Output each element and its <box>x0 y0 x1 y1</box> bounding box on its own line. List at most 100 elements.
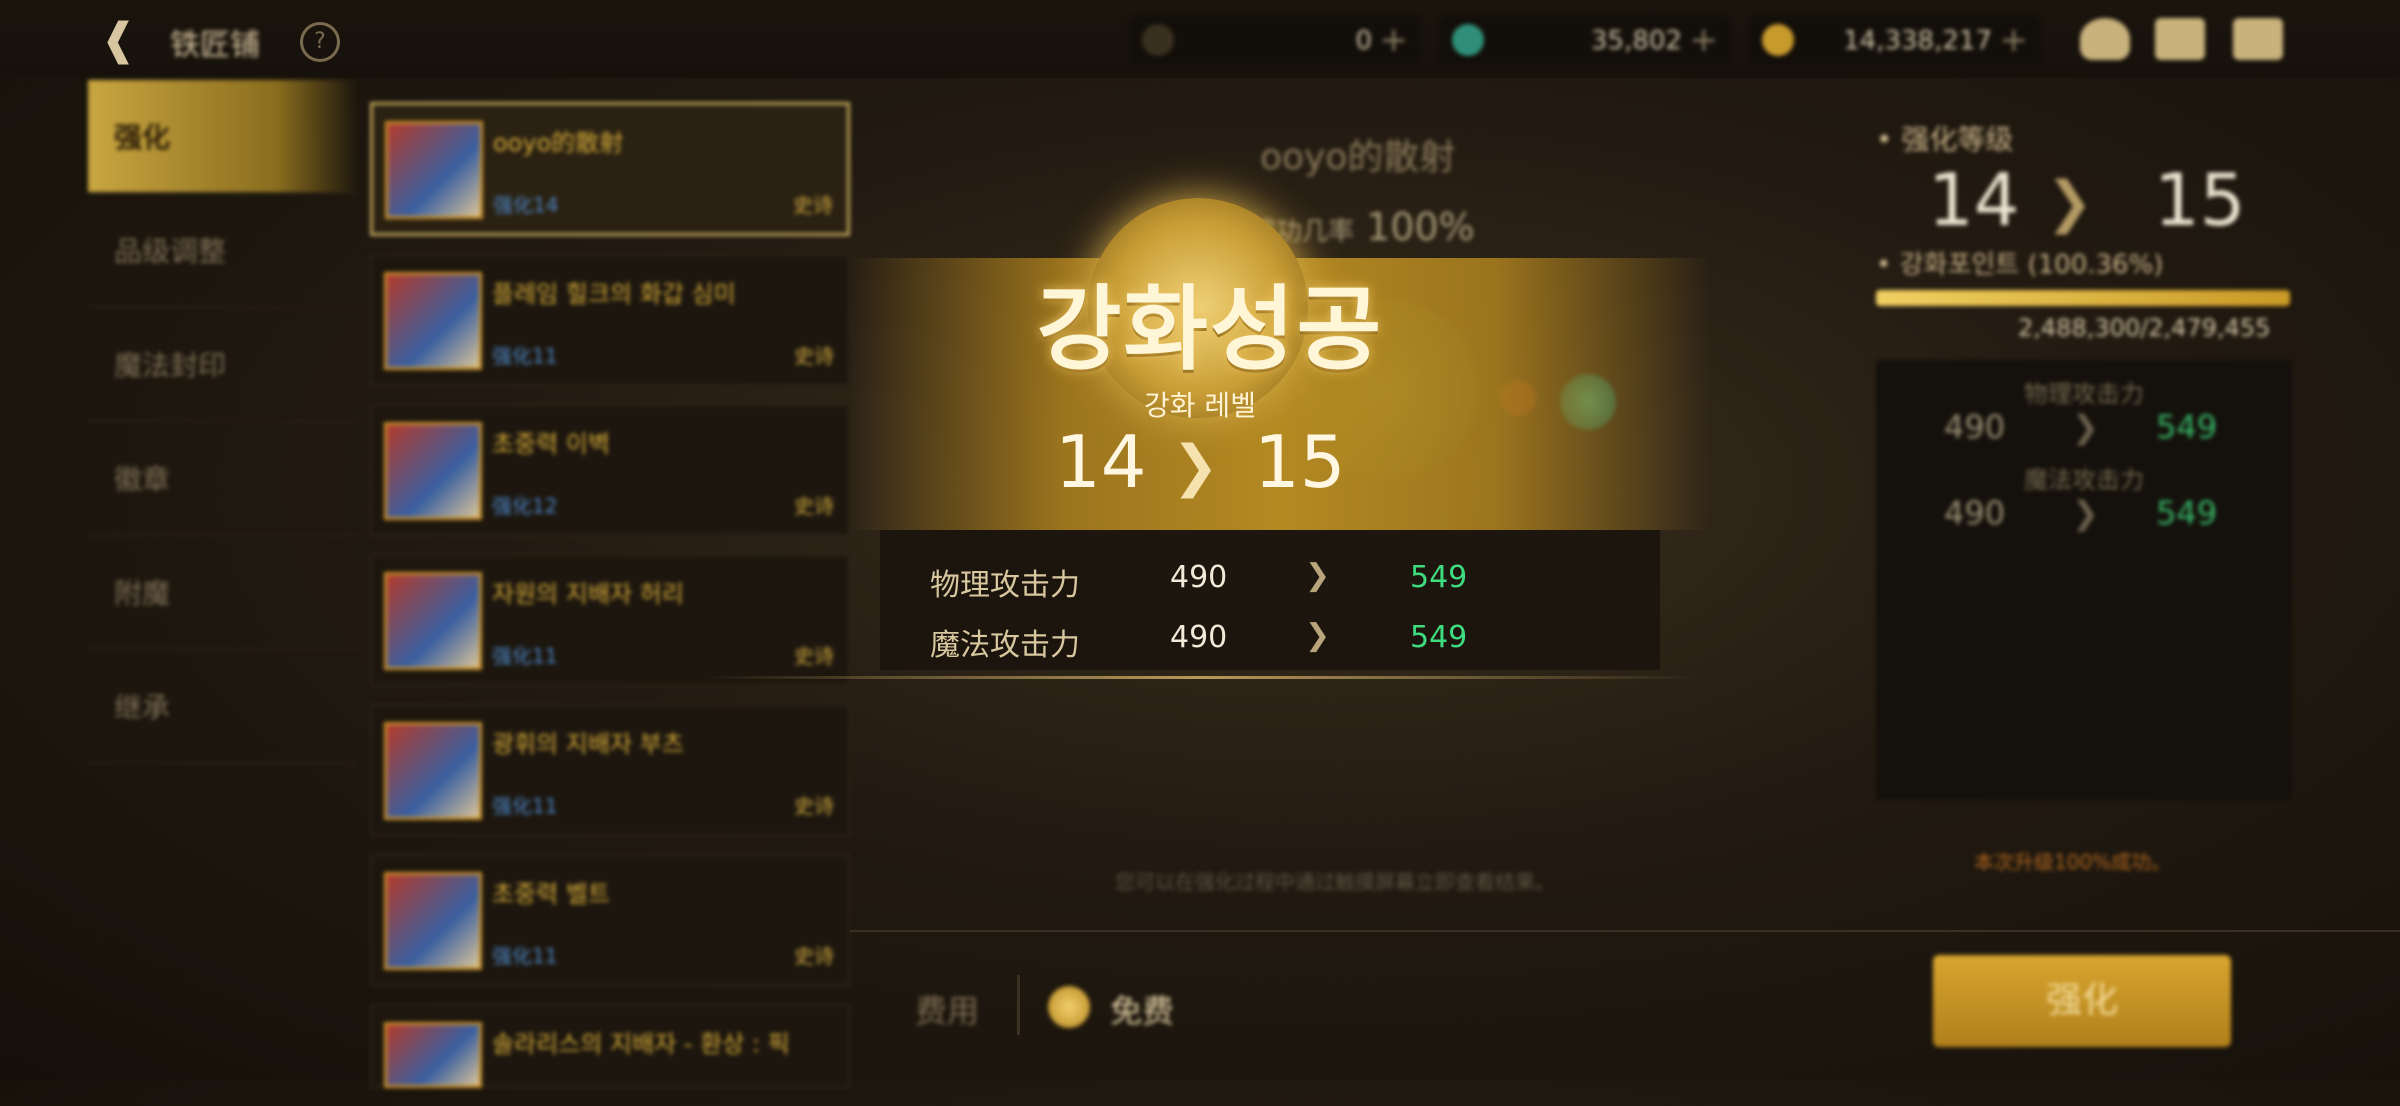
list-item[interactable]: 초중력 이벽 强化12 史诗 <box>370 404 850 536</box>
stat-from: 490 <box>1170 620 1228 655</box>
add-gold-button[interactable]: + <box>2000 20 2029 60</box>
item-rarity: 史诗 <box>794 944 834 968</box>
stat-to: 549 <box>2156 408 2218 446</box>
enhance-progress-bar <box>1876 290 2290 306</box>
item-thumbnail <box>384 722 482 820</box>
enhance-level-label: 강화 레벨 <box>1144 389 1256 422</box>
gold-value: 14,338,217 <box>1843 26 1992 56</box>
chevron-right-icon: ❯ <box>1305 558 1331 593</box>
chat-icon[interactable] <box>2233 18 2283 60</box>
sidebar-item-magic-seal[interactable]: 魔法封印 <box>88 308 358 422</box>
sidebar-item-label: 魔法封印 <box>114 349 227 382</box>
enhance-point-text: 강화포인트 (100.36%) <box>1899 250 2164 280</box>
help-icon[interactable]: ? <box>300 22 340 62</box>
stat-row-physical: 490 ❯ 549 <box>1876 408 2292 448</box>
gem-value: 35,802 <box>1591 26 1682 56</box>
moon-currency-value: 0 <box>1355 26 1372 56</box>
cost-value: 免费 <box>1110 992 1175 1030</box>
cost-label: 费用 <box>915 992 980 1030</box>
item-rarity: 史诗 <box>793 193 833 217</box>
sidebar-item-emblem[interactable]: 徽章 <box>88 422 358 536</box>
chevron-right-icon: ❯ <box>1305 618 1331 653</box>
stat-to: 549 <box>2156 494 2218 532</box>
selected-item-name: ooyo的散射 <box>1260 137 1456 178</box>
stat-row-magic: 490 ❯ 549 <box>1876 494 2292 534</box>
item-enhance-level: 强化11 <box>492 344 558 368</box>
item-enhance-level: 强化14 <box>493 193 559 217</box>
chevron-right-icon: ❯ <box>2046 170 2093 235</box>
stat-from: 490 <box>1944 408 2006 446</box>
item-enhance-level: 强化11 <box>492 644 558 668</box>
stat-row-magic: 魔法攻击力 490 ❯ 549 <box>880 610 1660 670</box>
sidebar-item-grade-adjust[interactable]: 品级调整 <box>88 194 358 308</box>
list-item[interactable]: ooyo的散射 强化14 史诗 <box>370 102 850 236</box>
stat-to: 549 <box>1410 620 1468 655</box>
item-name: 자원의 지배자 허리 <box>492 580 684 608</box>
list-item[interactable]: 자원의 지배자 허리 强化11 史诗 <box>370 554 850 686</box>
item-name: 플레임 힐크의 화갑 심미 <box>492 280 736 308</box>
chevron-right-icon: ❯ <box>2072 494 2099 532</box>
page-title: 铁匠铺 <box>170 28 260 63</box>
add-gem-button[interactable]: + <box>1690 20 1719 60</box>
stat-label: 魔法攻击力 <box>2024 466 2144 494</box>
success-title: 강화성공 <box>1036 275 1384 383</box>
item-name: ooyo的散射 <box>493 129 624 157</box>
sidebar-item-label: 强化 <box>114 121 171 154</box>
item-enhance-level: 强化11 <box>492 794 558 818</box>
moon-currency-icon <box>1142 24 1174 56</box>
stat-to: 549 <box>1410 560 1468 595</box>
stat-row-physical: 物理攻击力 490 ❯ 549 <box>880 550 1660 610</box>
chevron-right-icon: ❯ <box>1172 434 1219 499</box>
stat-from: 490 <box>1170 560 1228 595</box>
item-enhance-level: 强化12 <box>492 494 558 518</box>
mail-icon[interactable] <box>2155 18 2205 60</box>
moon-currency-display: 0 + <box>1130 16 1420 64</box>
item-rarity: 史诗 <box>794 644 834 668</box>
stat-from: 490 <box>1944 494 2006 532</box>
item-thumbnail <box>384 272 482 370</box>
sidebar-item-inherit[interactable]: 继承 <box>88 650 358 764</box>
item-name: 초중력 이벽 <box>492 430 611 458</box>
gold-display: 14,338,217 + <box>1750 16 2040 64</box>
item-thumbnail <box>384 572 482 670</box>
enhance-points: 2,488,300/2,479,455 <box>2018 314 2271 342</box>
top-bar: ❰ 铁匠铺 ? 0 + 35,802 + 14,338,217 + <box>0 0 2400 78</box>
gold-coin-icon <box>1762 24 1794 56</box>
sidebar-item-label: 继承 <box>114 691 171 724</box>
success-note: 本次升级100%成功。 <box>1974 850 2172 874</box>
item-rarity: 史诗 <box>794 494 834 518</box>
gem-icon <box>1452 24 1484 56</box>
list-item[interactable]: 광휘의 지배자 부츠 强化11 史诗 <box>370 704 850 836</box>
success-rate-value: 100% <box>1366 205 1475 249</box>
stat-label: 物理攻击力 <box>2024 380 2144 408</box>
progress-fill <box>1876 290 2290 306</box>
gem-display: 35,802 + <box>1440 16 1730 64</box>
stat-change-panel: 物理攻击力 490 ❯ 549 魔法攻击力 490 ❯ 549 <box>880 530 1660 670</box>
sidebar-item-enhance[interactable]: 强化 <box>88 80 358 194</box>
sidebar-item-label: 徽章 <box>114 463 171 496</box>
list-item[interactable]: 초중력 벨트 强化11 史诗 <box>370 854 850 986</box>
list-item[interactable]: 솔라리스의 지배자 - 환상 : 픽 <box>370 1004 850 1088</box>
sidebar-item-enchant[interactable]: 附魔 <box>88 536 358 650</box>
hint-text: 您可以在强化过程中通过触摸屏幕立即查看结果。 <box>1115 870 1555 894</box>
enhance-point-label: • 강화포인트 (100.36%) <box>1876 250 2164 280</box>
stat-label: 魔法攻击力 <box>930 628 1080 663</box>
back-arrow-icon[interactable]: ❰ <box>100 16 148 64</box>
item-thumbnail <box>384 1022 482 1088</box>
list-item[interactable]: 플레임 힐크의 화갑 심미 强化11 史诗 <box>370 254 850 386</box>
category-sidebar: 强化 品级调整 魔法封印 徽章 附魔 继承 <box>88 80 358 764</box>
add-moon-currency-button[interactable]: + <box>1380 20 1409 60</box>
enhance-button[interactable]: 强化 <box>1933 955 2231 1047</box>
rp-level-to: 15 <box>2154 158 2246 242</box>
item-thumbnail <box>384 872 482 970</box>
sidebar-item-label: 附魔 <box>114 577 171 610</box>
item-thumbnail <box>384 422 482 520</box>
item-enhance-level: 强化11 <box>492 944 558 968</box>
level-to: 15 <box>1254 420 1346 504</box>
enhance-level-title-text: 强化等级 <box>1901 123 2014 156</box>
stat-preview-box: 物理攻击力 490 ❯ 549 魔法攻击力 490 ❯ 549 <box>1876 360 2292 800</box>
level-from: 14 <box>1055 420 1147 504</box>
item-rarity: 史诗 <box>794 794 834 818</box>
rp-level-from: 14 <box>1928 158 2020 242</box>
bag-icon[interactable] <box>2080 18 2130 60</box>
